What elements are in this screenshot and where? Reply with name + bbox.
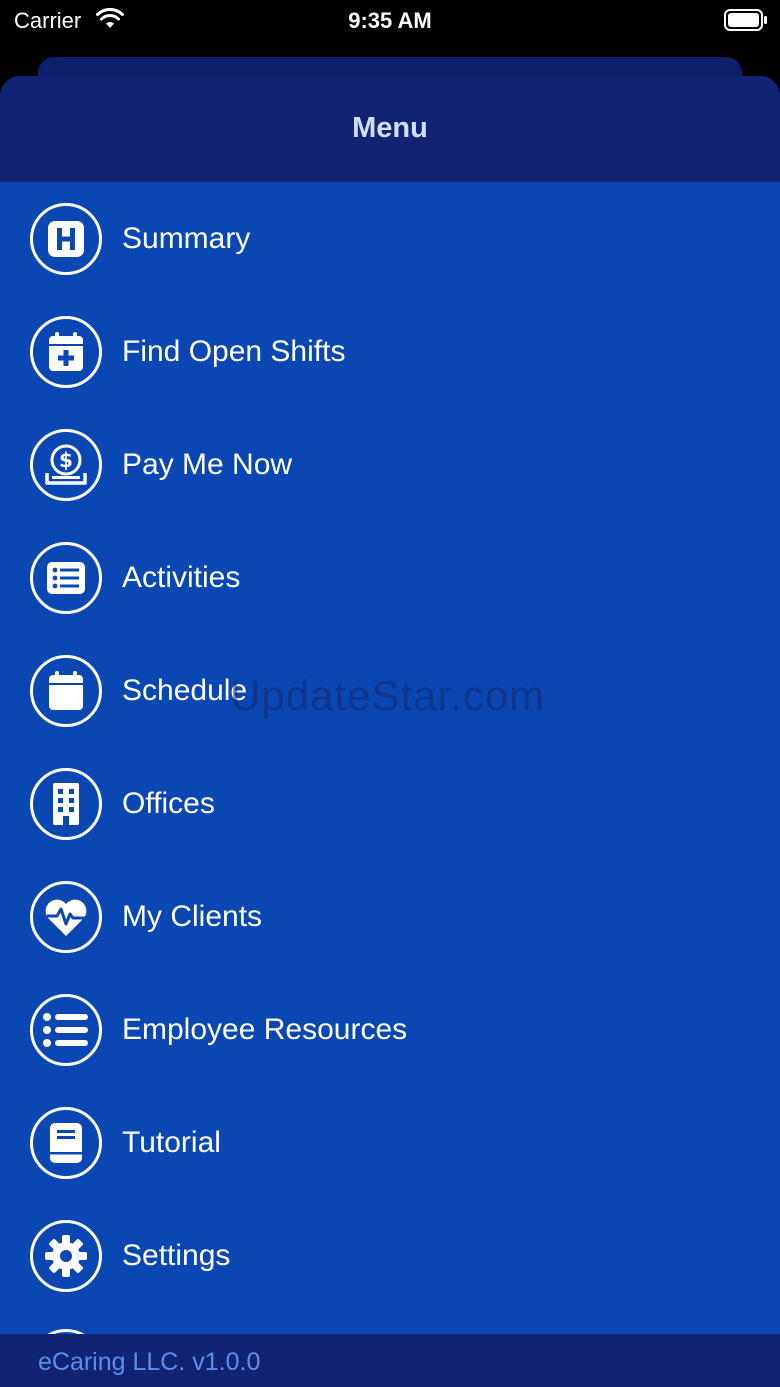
menu-item-label: Schedule	[122, 673, 248, 707]
menu-item-label: My Clients	[122, 899, 263, 933]
version-label: eCaring LLC. v1.0.0	[38, 1348, 261, 1376]
building-icon	[30, 767, 102, 840]
svg-text:$: $	[59, 448, 73, 472]
menu-item-activities[interactable]: Activities	[0, 521, 780, 634]
menu-item-label: Pay Me Now	[122, 447, 293, 481]
calendar-plus-icon	[30, 315, 102, 388]
battery-icon	[724, 9, 767, 31]
menu-item-my-clients[interactable]: My Clients	[0, 860, 780, 973]
menu-item-pay-me-now[interactable]: $ Pay Me Now	[0, 408, 780, 521]
menu-header: Menu	[0, 76, 780, 182]
list-card-icon	[30, 541, 102, 614]
menu-item-schedule[interactable]: Schedule	[0, 634, 780, 747]
status-bar: Carrier 9:35 AM	[0, 0, 780, 60]
menu-item-summary[interactable]: Summary	[0, 182, 780, 295]
menu-item-label: Tutorial	[122, 1125, 221, 1159]
status-time: 9:35 AM	[348, 8, 432, 33]
menu-item-find-open-shifts[interactable]: Find Open Shifts	[0, 295, 780, 408]
heart-pulse-icon	[30, 880, 102, 953]
list-icon	[30, 993, 102, 1066]
menu-list: Summary Find Open Shifts $ Pay Me Now Ac…	[0, 182, 780, 1334]
gear-icon	[30, 1219, 102, 1292]
menu-sheet: Menu Summary Find Open Shifts $ Pay Me N…	[0, 76, 780, 1387]
menu-item-settings[interactable]: Settings	[0, 1199, 780, 1312]
menu-item-label: Find Open Shifts	[122, 334, 346, 368]
book-icon	[30, 1106, 102, 1179]
menu-item-tutorial[interactable]: Tutorial	[0, 1086, 780, 1199]
hospital-icon	[30, 202, 102, 275]
menu-item-label: Summary	[122, 221, 251, 255]
money-hand-icon: $	[30, 428, 102, 501]
menu-item-offices[interactable]: Offices	[0, 747, 780, 860]
menu-item-label: Employee Resources	[122, 1012, 408, 1046]
menu-item-employee-resources[interactable]: Employee Resources	[0, 973, 780, 1086]
page-title: Menu	[352, 112, 428, 144]
menu-item-label: Settings	[122, 1238, 231, 1272]
menu-item-label: Activities	[122, 560, 241, 594]
calendar-icon	[30, 654, 102, 727]
menu-item-label: Offices	[122, 786, 215, 820]
footer: eCaring LLC. v1.0.0	[0, 1334, 780, 1387]
